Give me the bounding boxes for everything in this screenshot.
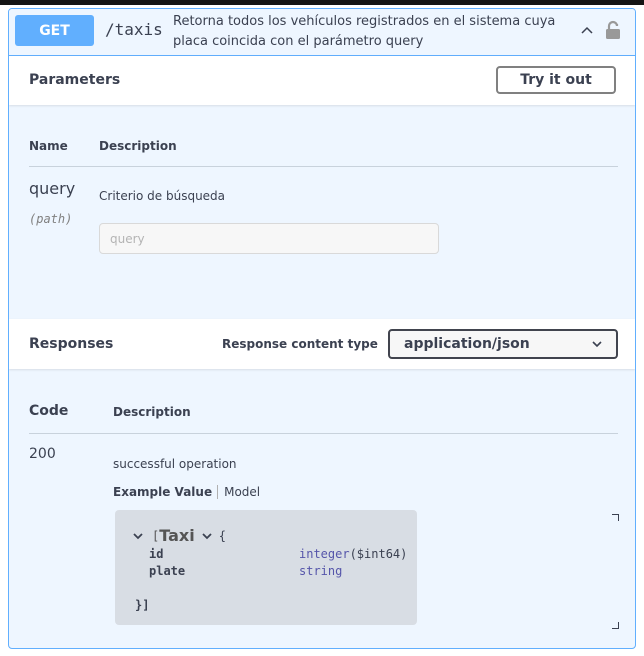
chevron-down-icon[interactable] xyxy=(201,531,213,541)
operation-summary[interactable]: GET /taxis Retorna todos los vehículos r… xyxy=(9,9,635,56)
property-format: ($int64) xyxy=(349,547,408,561)
property-name: plate xyxy=(149,564,186,578)
selected-content-type: application/json xyxy=(404,336,530,352)
parameters-title: Parameters xyxy=(29,72,121,88)
resize-corner-bottom[interactable] xyxy=(612,622,619,629)
response-column-code: Code xyxy=(29,403,69,419)
parameters-header: Parameters Try it out xyxy=(9,56,635,105)
responses-title: Responses xyxy=(29,336,114,352)
operation-path: /taxis xyxy=(105,20,163,39)
property-type-row: integer($int64) xyxy=(299,547,407,561)
parameter-description: Criterio de búsqueda xyxy=(99,189,226,203)
query-input[interactable] xyxy=(99,223,439,254)
model-brace-open: { xyxy=(218,528,226,543)
tab-model[interactable]: Model xyxy=(218,485,260,499)
method-badge: GET xyxy=(15,15,94,46)
try-it-out-button[interactable]: Try it out xyxy=(496,66,616,94)
response-column-description: Description xyxy=(113,405,191,419)
operation-block-get-taxis: GET /taxis Retorna todos los vehículos r… xyxy=(8,8,636,649)
model-open-bracket: [ xyxy=(152,528,160,543)
chevron-up-icon[interactable] xyxy=(579,23,595,39)
chevron-down-icon xyxy=(592,341,602,348)
parameter-location: (path) xyxy=(29,212,73,226)
lock-icon[interactable] xyxy=(605,20,621,40)
model-title[interactable]: Taxi xyxy=(159,526,194,545)
top-edge xyxy=(0,0,644,5)
property-type-row: string xyxy=(299,564,342,578)
response-content-type-label: Response content type xyxy=(222,337,378,351)
chevron-down-icon[interactable] xyxy=(132,531,144,541)
response-header-divider xyxy=(29,433,618,434)
response-description: successful operation xyxy=(113,457,237,471)
param-header-divider xyxy=(29,166,618,167)
property-name: id xyxy=(149,547,164,561)
model-box: [ Taxi { id integer($int64) plate string… xyxy=(115,510,417,625)
tab-example-value[interactable]: Example Value xyxy=(113,485,219,499)
example-tabs: Example Value Model xyxy=(113,485,260,499)
response-content-type-select[interactable]: application/json xyxy=(388,329,618,359)
resize-corner-top xyxy=(612,514,619,521)
response-code: 200 xyxy=(29,446,56,462)
param-column-name: Name xyxy=(29,139,68,153)
operation-description: Retorna todos los vehículos registrados … xyxy=(173,14,556,49)
model-close: }] xyxy=(135,598,150,612)
property-type: string xyxy=(299,564,343,578)
property-type: integer xyxy=(299,547,350,561)
parameter-name: query xyxy=(29,179,76,198)
param-column-description: Description xyxy=(99,139,177,153)
